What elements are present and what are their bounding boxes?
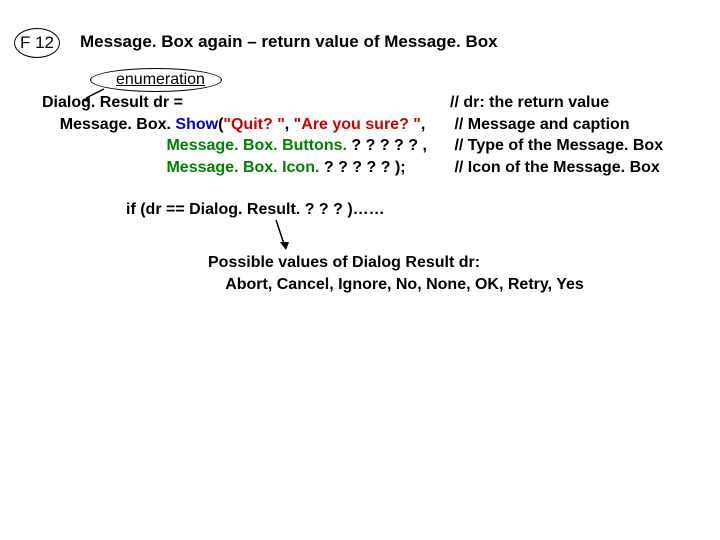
slide-number-badge: F 12 [14,28,60,58]
code-block: Dialog. Result dr = Message. Box. Show("… [42,92,427,178]
slide-number: F 12 [20,33,54,53]
slide-title: Message. Box again – return value of Mes… [80,32,498,52]
if-statement: if (dr == Dialog. Result. ? ? ? )…… [126,201,385,219]
comments-block: // dr: the return value // Message and c… [450,92,663,178]
possible-values-block: Possible values of Dialog Result dr: Abo… [208,252,584,295]
code-text: "Quit? " [223,116,284,133]
enumeration-label: enumeration [116,71,205,89]
comment-text: // Type of the Message. Box [450,137,663,154]
code-text: Dialog. Result [42,94,149,111]
code-text: Show [175,116,218,133]
code-text: Message. Box. [42,116,175,133]
code-text: Message. Box. Buttons. [166,137,351,154]
code-text [42,159,166,176]
possible-values-heading: Possible values of Dialog Result dr: [208,254,480,271]
code-text: , [285,116,294,133]
comment-text: // dr: the return value [450,94,609,111]
possible-values-list: Abort, Cancel, Ignore, No, None, OK, Ret… [208,276,584,293]
code-text: , [421,116,425,133]
comment-text: // Message and caption [450,116,630,133]
code-text: ? ? ? ? ? ); [324,159,406,176]
code-text: dr = [149,94,183,111]
code-text: ? ? ? ? ? , [351,137,427,154]
code-text: "Are you sure? " [294,116,421,133]
comment-text: // Icon of the Message. Box [450,159,660,176]
arrow-icon [268,218,292,254]
code-text [42,137,166,154]
code-text: Message. Box. Icon. [166,159,323,176]
